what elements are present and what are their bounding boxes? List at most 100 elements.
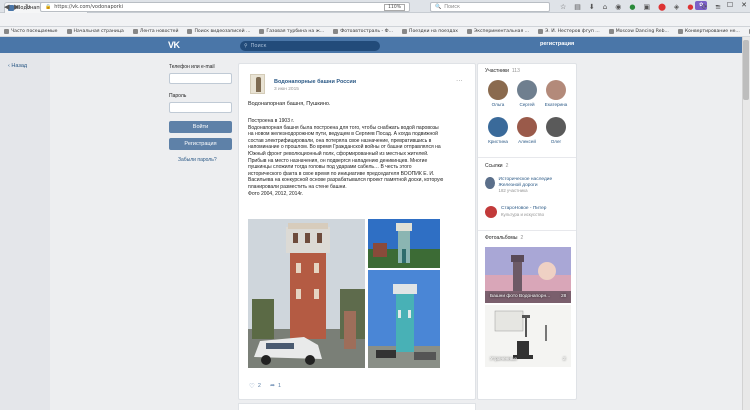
next-post-card xyxy=(238,403,476,410)
vk-search-input[interactable]: ⚲ Поиск xyxy=(240,41,380,51)
member-name: Олег xyxy=(550,139,562,144)
bookmark-item[interactable]: Экспериментальная ... xyxy=(467,29,529,34)
albums-count: 2 xyxy=(520,235,524,241)
browser-search-input[interactable]: 🔍 Поиск xyxy=(430,2,550,12)
member-item[interactable]: Сергей xyxy=(515,80,539,107)
login-button[interactable]: Войти xyxy=(169,121,232,133)
stop-icon[interactable]: ⬤ xyxy=(658,3,666,11)
post-line: планировали разместить на стене башни. xyxy=(248,183,347,190)
member-name: Сергей xyxy=(519,102,535,107)
bookmark-label: Moscow Dancing Reb... xyxy=(615,29,669,34)
member-item[interactable]: Ольга xyxy=(486,80,510,107)
reload-icon[interactable]: ↻ xyxy=(25,3,31,11)
post-line: на новом железнодорожном пути, ведущем в… xyxy=(248,131,438,138)
member-avatar xyxy=(546,80,566,100)
register-link[interactable]: регистрация xyxy=(540,41,574,47)
member-avatar xyxy=(488,80,508,100)
bookmark-item[interactable]: Поездки на поездах xyxy=(401,29,458,34)
bookmark-item[interactable]: Начальная страница xyxy=(66,29,124,34)
browser-search-placeholder: Поиск xyxy=(444,4,461,10)
adblock-icon[interactable]: ● xyxy=(629,3,635,11)
bookmark-label: Конвертирование не... xyxy=(684,29,740,34)
register-button[interactable]: Регистрация xyxy=(169,138,232,150)
link-name[interactable]: Историческое наследие Железной дороги xyxy=(499,177,573,188)
bookmark-item[interactable]: Лента новостей xyxy=(132,29,178,34)
forgot-password-link[interactable]: Забыли пароль? xyxy=(178,157,217,163)
toolbar-icons: ☆ ▤ ⬇ ⌂ ◉ ● ▣ ⬤ ◈ ● ⟳ ≡ xyxy=(560,3,721,11)
member-name: Ольга xyxy=(491,102,505,107)
address-bar[interactable]: 🔒 https://vk.com/vodonaporki 110% xyxy=(40,2,410,12)
bookmark-icon xyxy=(608,29,614,34)
close-window-icon[interactable]: ✕ xyxy=(741,1,747,10)
heart-icon: ♡ xyxy=(249,383,255,390)
zoom-indicator[interactable]: 110% xyxy=(384,3,405,11)
left-pane xyxy=(0,53,50,410)
like-button[interactable]: ♡ 2 xyxy=(249,382,261,390)
vk-search-placeholder: Поиск xyxy=(250,43,267,49)
post-date[interactable]: 3 июн 2015 xyxy=(274,87,299,92)
tower-photo-top[interactable] xyxy=(368,219,440,268)
member-item[interactable]: Екатерина xyxy=(544,80,568,107)
group-avatar[interactable] xyxy=(250,74,265,94)
group-name-link[interactable]: Водонапорные башни России xyxy=(274,79,356,85)
albums-header[interactable]: Фотоальбомы 2 xyxy=(485,235,523,241)
album-label: Утраченные xyxy=(490,357,518,362)
link-subtitle: 182 участника xyxy=(498,188,528,194)
member-item[interactable]: Олег xyxy=(544,117,568,144)
bookmark-icon xyxy=(677,29,683,34)
home-icon[interactable]: ⌂ xyxy=(603,3,607,11)
member-item[interactable]: Алексей xyxy=(515,117,539,144)
bookmark-item[interactable]: Конвертирование не... xyxy=(677,29,740,34)
search-icon: ⚲ xyxy=(244,43,248,49)
maximize-icon[interactable]: ☐ xyxy=(727,1,733,10)
divider xyxy=(478,157,576,158)
link-name[interactable]: СтароНовое - Питер xyxy=(501,206,546,212)
vk-logo[interactable]: VK xyxy=(168,40,180,50)
bookmark-item[interactable]: Газовая турбина на ж... xyxy=(259,29,324,34)
bookmark-icon xyxy=(401,29,407,34)
bookmark-label: Начальная страница xyxy=(73,29,124,34)
bookmark-icon xyxy=(538,29,544,34)
password-input[interactable] xyxy=(169,102,232,113)
download-icon[interactable]: ⬇ xyxy=(589,3,595,11)
links-header[interactable]: Ссылки 2 xyxy=(485,163,508,169)
bookmark-icon xyxy=(259,29,265,34)
tower-photo-blue[interactable] xyxy=(368,270,440,368)
menu-icon[interactable]: ≡ xyxy=(715,3,721,11)
sync-icon[interactable]: ⟳ xyxy=(701,3,707,11)
link-item[interactable]: Историческое наследие Железной дороги 18… xyxy=(485,177,573,193)
bookmark-label: Поездки на поездах xyxy=(408,29,458,34)
members-header[interactable]: Участники 113 xyxy=(485,68,520,74)
reader-icon[interactable]: ▤ xyxy=(574,3,581,11)
bookmark-item[interactable]: Поиск видеозаписей ... xyxy=(187,29,250,34)
members-count: 113 xyxy=(511,68,520,74)
bookmark-label: Часто посещаемые xyxy=(11,29,58,34)
back-link[interactable]: ‹ Назад xyxy=(8,63,27,69)
bookmark-item[interactable]: Э. И. Нестеров фгуп ... xyxy=(538,29,600,34)
star-icon[interactable]: ☆ xyxy=(560,3,566,11)
bookmark-icon xyxy=(467,29,472,34)
phone-input[interactable] xyxy=(169,73,232,84)
member-item[interactable]: Кристина xyxy=(486,117,510,144)
link-avatar xyxy=(485,206,497,218)
scrollbar-thumb[interactable] xyxy=(743,40,749,100)
bookmark-icon xyxy=(66,29,72,34)
tower-photo-large[interactable] xyxy=(248,219,365,368)
post-title: Водонапорная башня, Пушкино. xyxy=(248,101,331,107)
back-arrow-icon[interactable]: ◀ xyxy=(4,3,9,11)
bookmark-item[interactable]: Moscow Dancing Reb... xyxy=(608,29,669,34)
url-text: https://vk.com/vodonaporki xyxy=(54,4,124,10)
vpn-icon[interactable]: ● xyxy=(687,3,693,11)
shield-icon[interactable]: ◈ xyxy=(674,3,679,11)
bookmark-item[interactable]: Часто посещаемые xyxy=(4,29,58,34)
screenshot-icon[interactable]: ▣ xyxy=(643,3,650,11)
forward-arrow-icon[interactable]: ▶ xyxy=(14,3,19,11)
post-line: Фото 2004, 2012, 2014г. xyxy=(248,190,303,197)
share-button[interactable]: ➦ 1 xyxy=(270,382,281,390)
more-options-icon[interactable]: ··· xyxy=(456,77,463,85)
link-item[interactable]: СтароНовое - Питер Культура и искусство xyxy=(485,206,573,218)
pocket-icon[interactable]: ◉ xyxy=(615,3,621,11)
member-avatar xyxy=(517,80,537,100)
bookmark-item[interactable]: Фотоавтостраль - Ф... xyxy=(333,29,393,34)
album-count: 2 xyxy=(563,357,566,362)
